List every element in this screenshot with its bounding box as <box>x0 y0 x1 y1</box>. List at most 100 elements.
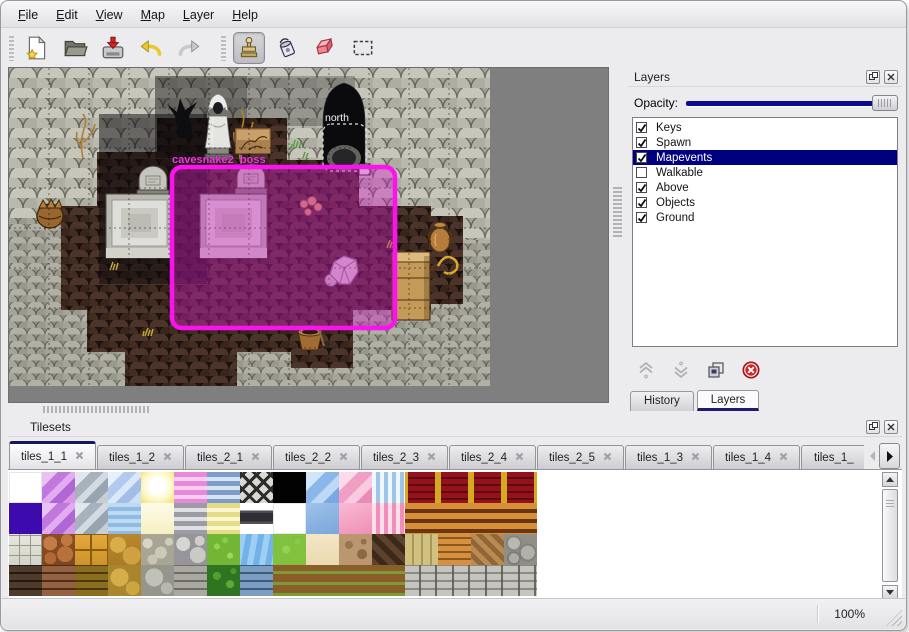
scroll-right-button[interactable] <box>879 443 900 469</box>
tab-close-icon[interactable] <box>779 452 788 464</box>
tab-close-icon[interactable] <box>515 452 524 464</box>
tile-herring-r2c14[interactable] <box>471 534 504 565</box>
tile-brickGd-r3c2[interactable] <box>75 565 108 596</box>
tile-crysP2-r0c10[interactable] <box>339 472 372 503</box>
tile-plate-r1c7[interactable] <box>240 503 273 534</box>
opacity-slider-handle[interactable] <box>872 95 898 111</box>
tile-logs-r2c15[interactable] <box>504 534 537 565</box>
tile-lattice-r0c7[interactable] <box>240 472 273 503</box>
tile-gravel-r2c4[interactable] <box>141 534 174 565</box>
tileset-tab-tiles_1_[interactable]: tiles_1_ <box>801 445 864 469</box>
tile-brickG2-r3c12[interactable] <box>405 565 438 596</box>
tile-cobbleG-r2c5[interactable] <box>174 534 207 565</box>
fill-tool-button[interactable] <box>271 32 303 64</box>
tileset-tab-tiles_2_1[interactable]: tiles_2_1 <box>185 445 272 469</box>
tileset-tab-tiles_2_5[interactable]: tiles_2_5 <box>537 445 624 469</box>
tile-soil-r3c9[interactable] <box>306 565 339 596</box>
delete-layer-button[interactable] <box>741 360 761 380</box>
tile-grass-r2c6[interactable] <box>207 534 240 565</box>
tile-dirtspots-r2c10[interactable] <box>339 534 372 565</box>
tileset-tab-tiles_1_2[interactable]: tiles_1_2 <box>97 445 184 469</box>
tile-crysG-r1c2[interactable] <box>75 503 108 534</box>
tile-brickBr-r3c1[interactable] <box>42 565 75 596</box>
stamp-tool-button[interactable] <box>233 32 265 64</box>
tile-black-r0c8[interactable] <box>273 472 306 503</box>
tile-crysP-r1c1[interactable] <box>42 503 75 534</box>
layer-row-keys[interactable]: Keys <box>633 120 897 135</box>
tile-strB-r0c6[interactable] <box>207 472 240 503</box>
resize-grip[interactable] <box>886 610 902 626</box>
tile-stoneblocks-r2c0[interactable] <box>9 534 42 565</box>
checkbox-checked[interactable] <box>636 212 647 223</box>
tile-wallGy-r3c4[interactable] <box>141 565 174 596</box>
tile-paleY-r1c4[interactable] <box>141 503 174 534</box>
tile-grass2-r2c8[interactable] <box>273 534 306 565</box>
tab-close-icon[interactable] <box>427 452 436 464</box>
tab-close-icon[interactable] <box>691 452 700 464</box>
eraser-tool-button[interactable] <box>309 32 341 64</box>
tile-wallGd-r3c3[interactable] <box>108 565 141 596</box>
float-tilesets-button[interactable] <box>866 420 880 434</box>
tab-close-icon[interactable] <box>75 451 84 463</box>
tile-brickG2-r3c14[interactable] <box>471 565 504 596</box>
tile-soil-r3c10[interactable] <box>339 565 372 596</box>
checkbox-checked[interactable] <box>636 137 647 148</box>
tile-brickGy-r3c5[interactable] <box>174 565 207 596</box>
layer-row-spawn[interactable]: Spawn <box>633 135 897 150</box>
duplicate-layer-button[interactable] <box>706 360 726 380</box>
tile-carpet-r0c13[interactable] <box>438 472 471 503</box>
scroll-up-button[interactable] <box>882 472 898 487</box>
tab-close-icon[interactable] <box>251 452 260 464</box>
tile-planks-r2c12[interactable] <box>405 534 438 565</box>
tile-soil-r3c11[interactable] <box>372 565 405 596</box>
new-file-button[interactable] <box>21 32 53 64</box>
checkbox-checked[interactable] <box>636 122 647 133</box>
tile-tileB-r1c9[interactable] <box>306 503 339 534</box>
scrollbar-thumb[interactable] <box>882 489 898 582</box>
tile-goldtile-r2c2[interactable] <box>75 534 108 565</box>
tile-strY-r1c6[interactable] <box>207 503 240 534</box>
tileset-tab-tiles_1_4[interactable]: tiles_1_4 <box>713 445 800 469</box>
tile-wicker-r2c13[interactable] <box>438 534 471 565</box>
tileset-tab-tiles_2_4[interactable]: tiles_2_4 <box>449 445 536 469</box>
redo-button[interactable] <box>173 32 205 64</box>
tile-water-r1c3[interactable] <box>108 503 141 534</box>
menu-edit[interactable]: Edit <box>47 5 87 25</box>
menu-help[interactable]: Help <box>223 5 267 25</box>
layer-row-mapevents[interactable]: Mapevents <box>633 150 897 165</box>
tile-empty-r1c8[interactable] <box>273 503 306 534</box>
tile-woodstr-r1c12[interactable] <box>405 503 438 534</box>
tile-tileP-r1c10[interactable] <box>339 503 372 534</box>
tile-shingle-r2c11[interactable] <box>372 534 405 565</box>
tile-empty-r0c0[interactable] <box>9 472 42 503</box>
tile-crysB-r0c3[interactable] <box>108 472 141 503</box>
undo-button[interactable] <box>135 32 167 64</box>
tileset-tab-tiles_2_3[interactable]: tiles_2_3 <box>361 445 448 469</box>
tile-woodstr-r1c15[interactable] <box>504 503 537 534</box>
tile-water2-r2c7[interactable] <box>240 534 273 565</box>
menu-map[interactable]: Map <box>132 5 174 25</box>
tile-woodstr-r1c14[interactable] <box>471 503 504 534</box>
tile-strG-r1c5[interactable] <box>174 503 207 534</box>
tile-brickG2-r3c15[interactable] <box>504 565 537 596</box>
opacity-slider[interactable] <box>686 94 898 112</box>
tile-crysP-r0c1[interactable] <box>42 472 75 503</box>
tileset-tab-tiles_1_3[interactable]: tiles_1_3 <box>625 445 712 469</box>
tab-layers[interactable]: Layers <box>697 390 760 411</box>
layer-row-above[interactable]: Above <box>633 180 897 195</box>
tile-carpet-r0c15[interactable] <box>504 472 537 503</box>
opacity-slider-track[interactable] <box>686 101 896 106</box>
layer-row-walkable[interactable]: Walkable <box>633 165 897 180</box>
tile-soil-r3c8[interactable] <box>273 565 306 596</box>
tile-sand-r2c9[interactable] <box>306 534 339 565</box>
scroll-left-button[interactable] <box>867 446 877 466</box>
checkbox-checked[interactable] <box>636 197 647 208</box>
checkbox-checked[interactable] <box>636 182 647 193</box>
menu-file[interactable]: File <box>9 5 47 25</box>
tile-glowY-r0c4[interactable] <box>141 472 174 503</box>
rect-select-tool-button[interactable] <box>347 32 379 64</box>
tile-hedge-r3c6[interactable] <box>207 565 240 596</box>
toolbar-drag-handle[interactable] <box>9 36 14 61</box>
tile-curtP-r1c11[interactable] <box>372 503 405 534</box>
tile-brickBl-r3c7[interactable] <box>240 565 273 596</box>
